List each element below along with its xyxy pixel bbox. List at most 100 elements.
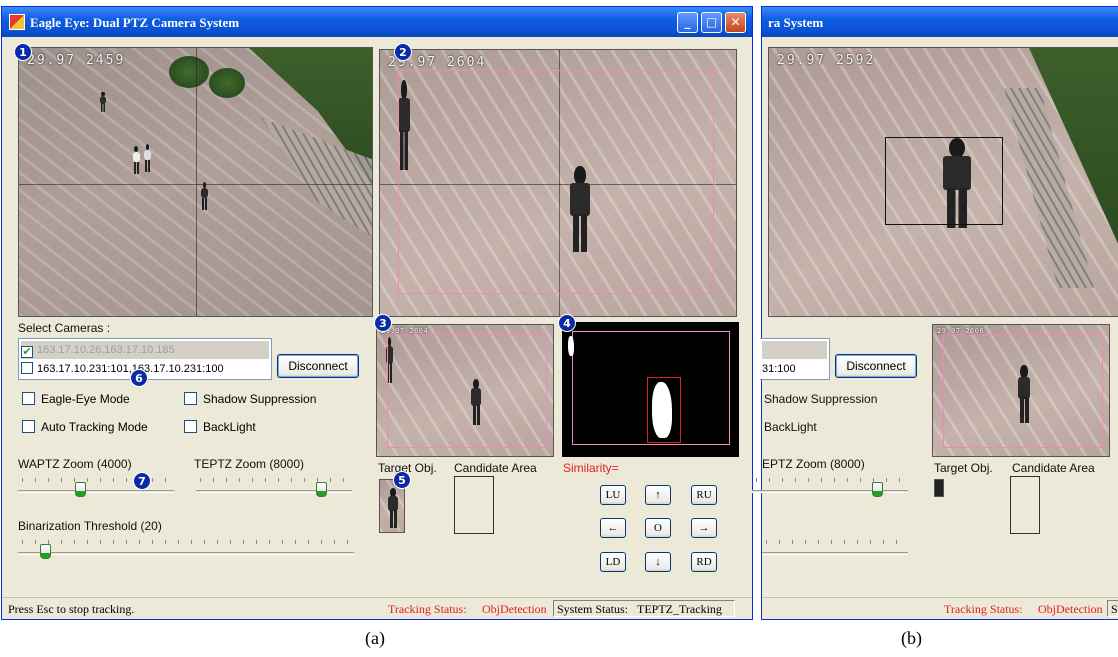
binarization-threshold-slider[interactable] [18,537,354,559]
teptz-zoom-slider[interactable] [752,475,908,497]
teptz-camera-view[interactable]: 29.97 2604 [379,49,737,317]
camera-list-partial[interactable]: 31:100 [760,338,830,380]
foreground-blob [568,336,574,356]
tracking-box [387,334,547,448]
camera-pair-label: 163.17.10.26,163.17.10.185 [37,344,175,356]
pedestrian [143,144,152,172]
disconnect-button[interactable]: Disconnect [835,354,917,378]
caption-b: (b) [901,628,922,648]
target-bounding-box [885,137,1003,225]
badge-6: 6 [130,369,148,387]
candidate-area-box [1010,476,1040,534]
slider-track [762,552,908,555]
checkbox-label: BackLight [203,420,256,434]
checkbox[interactable] [22,392,35,405]
pan-right-up-button[interactable]: RU [691,485,717,505]
pan-left-button[interactable]: ← [600,518,626,538]
tilt-up-button[interactable]: ↑ [645,485,671,505]
teptz-zoom-label: EPTZ Zoom (8000) [762,457,865,471]
checkbox-label: Shadow Suppression [203,392,317,406]
tracking-preview-view[interactable]: 29.97 2606 [932,324,1110,457]
frame-counter: 29.97 2606 [937,327,985,335]
shadow-suppression-checkbox[interactable]: Shadow Suppression [184,392,316,406]
badge-1: 1 [14,43,32,61]
teptz-camera-view[interactable]: 29.97 2592 [768,47,1118,317]
pedestrian [99,92,107,112]
system-status-label: System Status: [557,602,629,616]
window-title: Eagle Eye: Dual PTZ Camera System [30,15,240,30]
title-bar[interactable]: ra System [762,7,1118,37]
pan-left-down-button[interactable]: LD [600,552,626,572]
slider-thumb[interactable] [39,544,51,559]
frame-counter: 29.97 2592 [777,53,876,68]
pedestrian [200,182,209,210]
minimize-button[interactable]: _ [677,12,698,33]
binary-mask-view [562,322,739,457]
tracking-box [398,70,714,294]
status-bar: Press Esc to stop tracking. Tracking Sta… [2,597,752,619]
close-button[interactable]: ✕ [725,12,746,33]
badge-2: 2 [394,43,412,61]
camera-list-item[interactable]: ✔ 163.17.10.26,163.17.10.185 [21,341,269,359]
teptz-zoom-label: TEPTZ Zoom (8000) [194,457,305,471]
slider-thumb[interactable] [75,482,87,497]
pan-left-up-button[interactable]: LU [600,485,626,505]
checkbox[interactable] [184,420,197,433]
teptz-zoom-slider[interactable] [196,475,352,497]
auto-tracking-mode-checkbox[interactable]: Auto Tracking Mode [22,420,148,434]
target-object-thumbnail [934,479,944,497]
detection-box [647,377,681,443]
system-status-value: TEPTZ_Tracking [637,602,722,616]
backlight-label: BackLight [764,420,817,434]
checkbox-checked[interactable]: ✔ [21,346,33,358]
title-bar[interactable]: Eagle Eye: Dual PTZ Camera System _ □ ✕ [2,7,752,37]
slider-track [196,490,352,493]
system-status-partial: S [1111,602,1118,616]
slider-thumb[interactable] [315,482,327,497]
home-button[interactable]: O [645,518,671,538]
select-cameras-label: Select Cameras : [18,321,111,335]
tracking-status-label: Tracking Status: [944,602,1023,616]
badge-3: 3 [374,314,392,332]
checkbox[interactable] [21,362,33,374]
waptz-zoom-label: WAPTZ Zoom (4000) [18,457,132,471]
main-window: Eagle Eye: Dual PTZ Camera System _ □ ✕ … [1,6,753,620]
tracking-status-value: ObjDetection [482,602,547,616]
waptz-camera-view[interactable]: 29.97 2459 [18,47,373,317]
tilt-down-button[interactable]: ↓ [645,552,671,572]
tracking-status-label: Tracking Status: [388,602,467,616]
app-icon [9,14,25,30]
slider-track [752,490,908,493]
binarization-threshold-slider[interactable] [762,537,908,559]
tree [209,68,245,98]
backlight-checkbox[interactable]: BackLight [184,420,256,434]
candidate-area-label: Candidate Area [454,461,537,475]
camera-list-item[interactable]: 31:100 [762,360,827,378]
status-bar: Tracking Status: ObjDetection S [762,597,1118,619]
tracked-person [386,488,400,528]
window-title-partial: ra System [768,15,824,30]
badge-7: 7 [133,472,151,490]
checkbox[interactable] [184,392,197,405]
pan-right-down-button[interactable]: RD [691,552,717,572]
frame-counter: 29.97 2459 [27,53,126,68]
camera-pair-label: 31:100 [762,363,796,375]
checkbox[interactable] [22,420,35,433]
zoomed-window-crop: ra System 29.97 2592 31:100 Disconnect S… [752,6,1118,620]
candidate-area-box [454,476,494,534]
camera-list-item[interactable] [762,341,827,359]
candidate-area-label: Candidate Area [1012,461,1095,475]
crosshair-vertical [196,48,197,316]
maximize-button[interactable]: □ [701,12,722,33]
target-obj-label: Target Obj. [934,461,993,475]
tracking-preview-view[interactable]: 29.97 2604 [376,324,554,457]
slider-ticks [766,540,904,544]
status-hint: Press Esc to stop tracking. [8,602,135,616]
pan-right-button[interactable]: → [691,518,717,538]
disconnect-button[interactable]: Disconnect [277,354,359,378]
eagle-eye-mode-checkbox[interactable]: Eagle-Eye Mode [22,392,130,406]
similarity-label: Similarity= [563,461,619,475]
tracking-status-value: ObjDetection [1038,602,1103,616]
slider-thumb[interactable] [871,482,883,497]
badge-5: 5 [393,471,411,489]
